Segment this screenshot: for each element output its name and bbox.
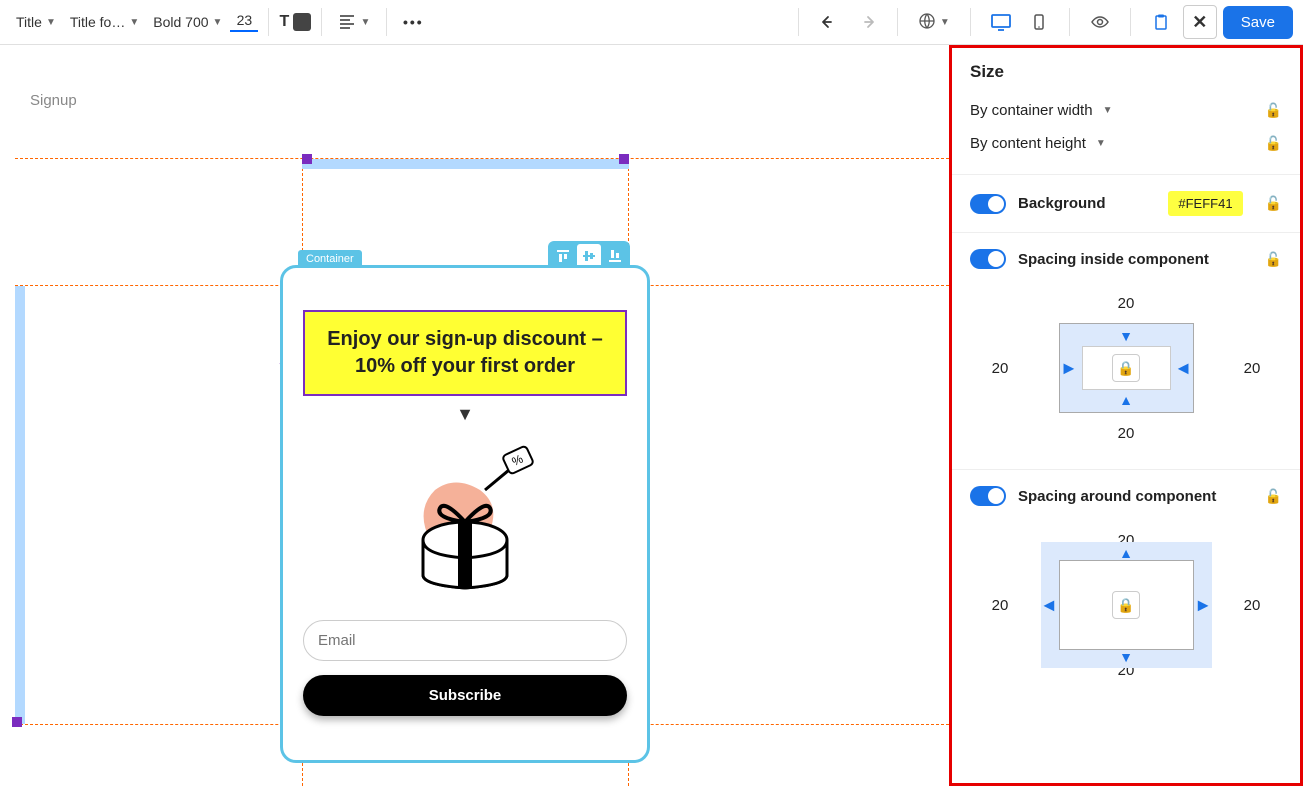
- chevron-down-icon: ▼: [303, 404, 627, 425]
- font-weight-label: Bold 700: [153, 14, 208, 30]
- title-box[interactable]: Enjoy our sign-up discount – 10% off you…: [303, 310, 627, 396]
- divider: [1069, 8, 1070, 36]
- padding-left-input[interactable]: 20: [992, 360, 1009, 377]
- signup-title: Enjoy our sign-up discount – 10% off you…: [315, 326, 615, 380]
- divider: [386, 8, 387, 36]
- redo-button[interactable]: [851, 6, 883, 38]
- width-mode-select[interactable]: By container width ▼: [970, 102, 1112, 119]
- desktop-view-button[interactable]: [985, 6, 1017, 38]
- close-icon: ✕: [1192, 12, 1207, 33]
- chevron-down-icon: ▼: [1096, 138, 1106, 149]
- padding-top-input[interactable]: 20: [1118, 295, 1135, 312]
- resize-handle[interactable]: [619, 154, 629, 164]
- unlock-icon[interactable]: 🔓: [1265, 102, 1282, 119]
- text-color-icon: T: [279, 13, 289, 31]
- divider: [798, 8, 799, 36]
- email-input[interactable]: [303, 620, 627, 661]
- chevron-down-icon: ▼: [129, 17, 139, 28]
- padding-lock-button[interactable]: 🔒: [1112, 354, 1140, 382]
- unlock-icon[interactable]: 🔓: [1265, 195, 1282, 212]
- margin-box: ▲ ▼ ◀ ▶ 🔒: [1059, 560, 1194, 650]
- padding-grid: 20 20 ▼ ▲ ▶ ◀ 🔒 20 20: [970, 283, 1282, 453]
- unlock-icon[interactable]: 🔓: [1265, 251, 1282, 268]
- font-size-input[interactable]: 23: [230, 12, 258, 32]
- selection-margin-left: [15, 286, 25, 724]
- spacing-inside-label: Spacing inside component: [1018, 251, 1253, 268]
- globe-icon: [918, 12, 936, 33]
- padding-box: ▼ ▲ ▶ ◀ 🔒: [1059, 323, 1194, 413]
- background-toggle[interactable]: [970, 194, 1006, 214]
- preview-button[interactable]: [1084, 6, 1116, 38]
- arrow-right-icon: ▶: [1064, 360, 1075, 377]
- divider: [897, 8, 898, 36]
- unlock-icon[interactable]: 🔓: [1265, 488, 1282, 505]
- size-section-header: Size: [970, 62, 1282, 82]
- divider: [268, 8, 269, 36]
- gift-illustration: %: [385, 440, 545, 600]
- text-align-select[interactable]: ▼: [332, 8, 376, 37]
- divider: [1130, 8, 1131, 36]
- background-label: Background: [1018, 195, 1156, 212]
- arrow-up-icon: ▲: [1119, 545, 1133, 561]
- chevron-down-icon: ▼: [1103, 105, 1113, 116]
- subscribe-button[interactable]: Subscribe: [303, 675, 627, 716]
- chevron-down-icon: ▼: [940, 17, 950, 28]
- text-color-button[interactable]: T: [279, 6, 311, 38]
- arrow-down-icon: ▼: [1119, 649, 1133, 665]
- top-toolbar: Title ▼ Title fo… ▼ Bold 700 ▼ 23 T ▼ ••…: [0, 0, 1303, 45]
- chevron-down-icon: ▼: [46, 17, 56, 28]
- divider: [321, 8, 322, 36]
- height-mode-select[interactable]: By content height ▼: [970, 135, 1106, 152]
- spacing-around-label: Spacing around component: [1018, 488, 1253, 505]
- margin-left-input[interactable]: 20: [992, 597, 1009, 614]
- clipboard-button[interactable]: [1145, 6, 1177, 38]
- save-button[interactable]: Save: [1223, 6, 1293, 39]
- resize-handle[interactable]: [12, 717, 22, 727]
- signup-container[interactable]: Enjoy our sign-up discount – 10% off you…: [280, 265, 650, 763]
- color-swatch: [293, 13, 311, 31]
- margin-right-input[interactable]: 20: [1244, 597, 1261, 614]
- padding-right-input[interactable]: 20: [1244, 360, 1261, 377]
- margin-lock-button[interactable]: 🔒: [1112, 591, 1140, 619]
- text-type-label: Title: [16, 14, 42, 30]
- arrow-up-icon: ▲: [1119, 392, 1133, 408]
- unlock-icon[interactable]: 🔓: [1265, 135, 1282, 152]
- background-color-chip[interactable]: #FEFF41: [1168, 191, 1242, 216]
- page-name-label: Signup: [30, 92, 77, 109]
- language-select[interactable]: ▼: [912, 8, 956, 37]
- chevron-down-icon: ▼: [360, 17, 370, 28]
- align-left-icon: [338, 12, 356, 33]
- arrow-left-icon: ◀: [1044, 597, 1055, 614]
- text-type-select[interactable]: Title ▼: [10, 10, 62, 34]
- more-options-button[interactable]: •••: [397, 6, 429, 38]
- chevron-down-icon: ▼: [213, 17, 223, 28]
- main-area: Signup Container ◄ Enjoy our sign-up dis…: [0, 45, 1303, 786]
- font-weight-select[interactable]: Bold 700 ▼: [147, 10, 228, 34]
- arrow-left-icon: ◀: [1178, 360, 1189, 377]
- properties-panel: Size By container width ▼ 🔓 By content h…: [949, 45, 1303, 786]
- spacing-around-toggle[interactable]: [970, 486, 1006, 506]
- height-mode-label: By content height: [970, 135, 1086, 152]
- toolbar-left-group: Title ▼ Title fo… ▼ Bold 700 ▼ 23 T ▼ ••…: [10, 6, 429, 38]
- resize-handle[interactable]: [302, 154, 312, 164]
- padding-bottom-input[interactable]: 20: [1118, 425, 1135, 442]
- font-family-select[interactable]: Title fo… ▼: [64, 10, 145, 34]
- mobile-view-button[interactable]: [1023, 6, 1055, 38]
- arrow-right-icon: ▶: [1198, 597, 1209, 614]
- spacing-inside-toggle[interactable]: [970, 249, 1006, 269]
- arrow-down-icon: ▼: [1119, 328, 1133, 344]
- toolbar-right-group: ▼ ✕ Save: [790, 5, 1293, 39]
- close-button[interactable]: ✕: [1183, 5, 1217, 39]
- selection-margin-top: [302, 159, 629, 169]
- margin-grid: 20 20 ▲ ▼ ◀ ▶ 🔒 20 20: [970, 520, 1282, 690]
- width-mode-label: By container width: [970, 102, 1093, 119]
- undo-button[interactable]: [813, 6, 845, 38]
- font-family-label: Title fo…: [70, 14, 126, 30]
- canvas[interactable]: Signup Container ◄ Enjoy our sign-up dis…: [0, 45, 949, 786]
- divider: [970, 8, 971, 36]
